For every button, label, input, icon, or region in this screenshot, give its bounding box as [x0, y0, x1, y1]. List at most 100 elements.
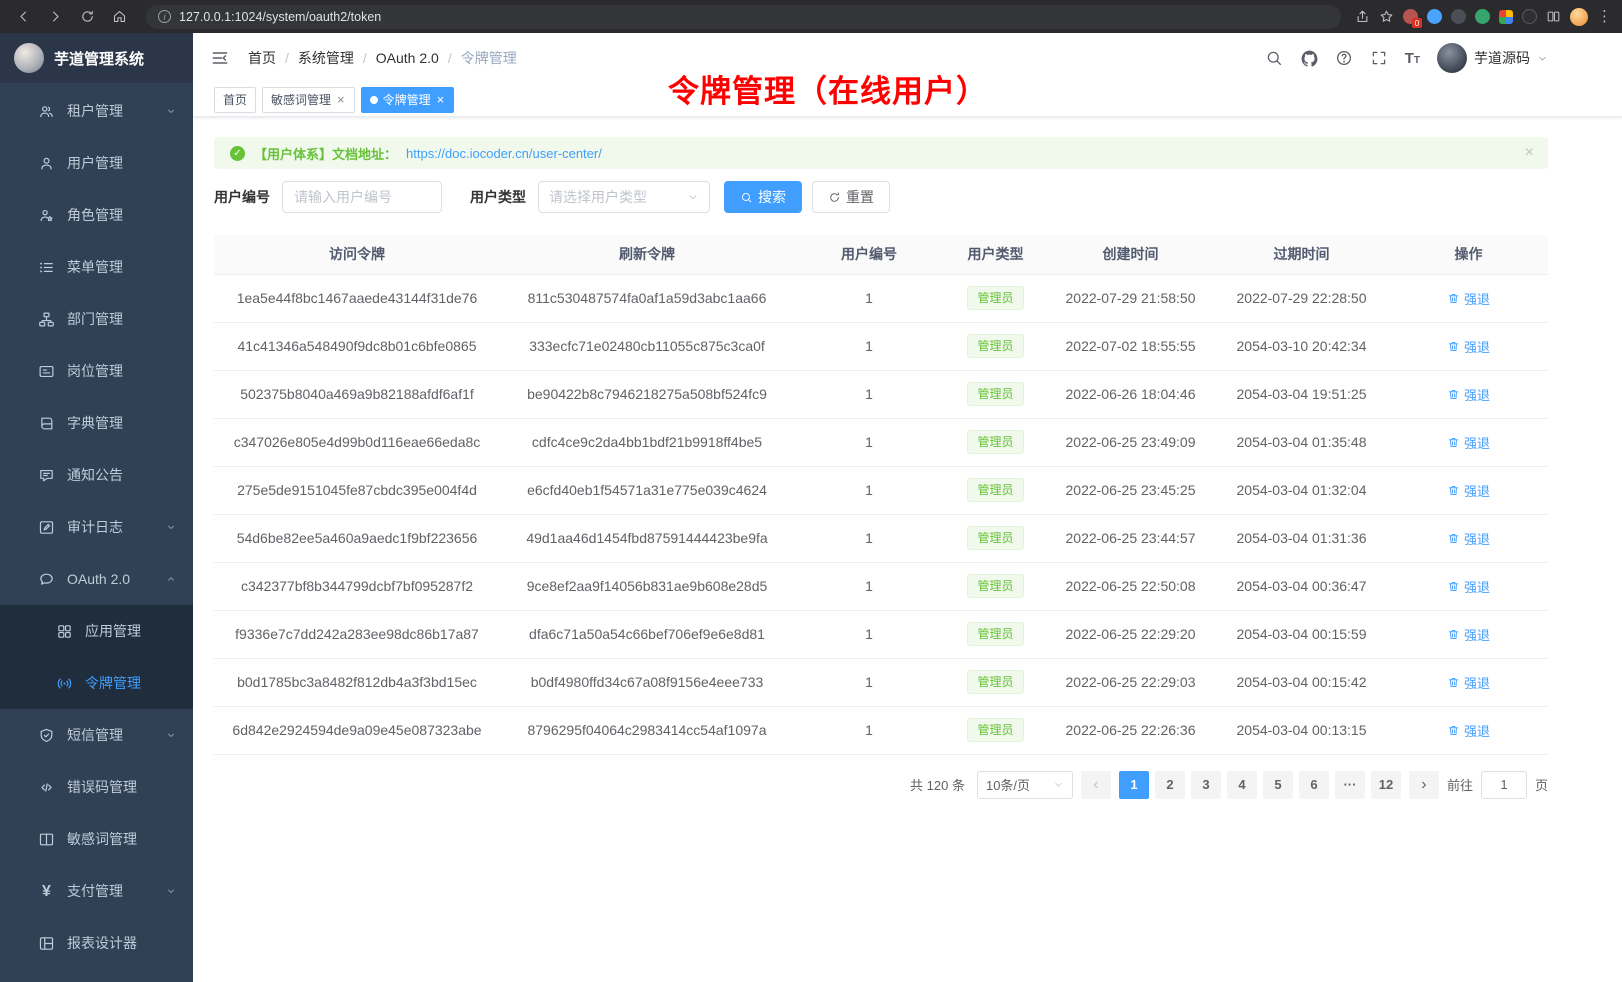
sidebar: 芋道管理系统 租户管理 用户管理 角色管理 菜单管理 部: [0, 33, 193, 982]
page-size-select[interactable]: 10条/页: [977, 771, 1073, 799]
address-bar[interactable]: i 127.0.0.1:1024/system/oauth2/token: [146, 5, 1341, 29]
app-logo[interactable]: 芋道管理系统: [0, 33, 193, 83]
doc-alert: ✓ 【用户体系】文档地址： https://doc.iocoder.cn/use…: [214, 137, 1548, 169]
access-token-cell: 6d842e2924594de9a09e45e087323abe: [214, 706, 500, 754]
github-icon[interactable]: [1300, 49, 1318, 67]
user-type-badge: 管理员: [967, 430, 1023, 454]
access-token-cell: c342377bf8b344799dcbf7bf095287f2: [214, 562, 500, 610]
extension-icon[interactable]: [1427, 9, 1442, 24]
sidebar-item-audit-log[interactable]: 审计日志: [0, 501, 193, 553]
page-button[interactable]: 4: [1227, 771, 1257, 799]
page-button[interactable]: 5: [1263, 771, 1293, 799]
page-button[interactable]: 2: [1155, 771, 1185, 799]
help-icon[interactable]: [1335, 49, 1353, 67]
force-logout-button[interactable]: 强退: [1447, 337, 1490, 356]
force-logout-button[interactable]: 强退: [1447, 481, 1490, 500]
sidebar-item-role[interactable]: 角色管理: [0, 189, 193, 241]
sidebar-item-sensitive-word[interactable]: 敏感词管理: [0, 813, 193, 865]
user-id-input[interactable]: [282, 181, 442, 213]
create-time-cell: 2022-06-25 22:29:20: [1047, 610, 1214, 658]
sidebar-item-error-code[interactable]: 错误码管理: [0, 761, 193, 813]
table-row: 6d842e2924594de9a09e45e087323abe 8796295…: [214, 706, 1548, 754]
breadcrumb: 首页 系统管理 OAuth 2.0 令牌管理: [248, 48, 517, 68]
sidebar-item-dept[interactable]: 部门管理: [0, 293, 193, 345]
chevron-down-icon: [687, 191, 699, 203]
col-expire-time: 过期时间: [1214, 235, 1389, 274]
sidebar-toggle-icon[interactable]: [210, 48, 230, 68]
reset-button[interactable]: 重置: [812, 181, 890, 213]
oauth-chat-icon: [38, 571, 55, 588]
extensions-puzzle-icon[interactable]: [1499, 10, 1513, 24]
doc-link[interactable]: https://doc.iocoder.cn/user-center/: [406, 146, 602, 161]
tab-home[interactable]: 首页: [214, 87, 256, 113]
audit-edit-icon: [38, 519, 55, 536]
refresh-token-cell: be90422b8c7946218275a508bf524fc9: [500, 370, 794, 418]
refresh-token-cell: dfa6c71a50a54c66bef706ef9e6e8d81: [500, 610, 794, 658]
tab-close-icon[interactable]: ×: [336, 93, 346, 106]
force-logout-button[interactable]: 强退: [1447, 577, 1490, 596]
alert-close-icon[interactable]: ×: [1525, 145, 1534, 161]
search-icon[interactable]: [1265, 49, 1283, 67]
browser-menu-icon[interactable]: ⋮: [1597, 9, 1612, 24]
tab-sensitive-word[interactable]: 敏感词管理 ×: [262, 87, 355, 113]
sidebar-item-menu[interactable]: 菜单管理: [0, 241, 193, 293]
forward-icon[interactable]: [42, 5, 68, 29]
sidebar-item-token-management[interactable]: 令牌管理: [0, 657, 193, 709]
breadcrumb-home[interactable]: 首页: [248, 48, 276, 68]
create-time-cell: 2022-06-25 23:45:25: [1047, 466, 1214, 514]
user-id-cell: 1: [794, 658, 944, 706]
font-size-icon[interactable]: TT: [1405, 51, 1420, 66]
search-button[interactable]: 搜索: [724, 181, 802, 213]
page-button[interactable]: ···: [1335, 771, 1365, 799]
extension-icon[interactable]: [1522, 9, 1537, 24]
sidebar-item-dict[interactable]: 字典管理: [0, 397, 193, 449]
tab-token-management[interactable]: 令牌管理 ×: [361, 87, 455, 113]
sidebar-item-oauth2[interactable]: OAuth 2.0: [0, 553, 193, 605]
page-button[interactable]: 1: [1119, 771, 1149, 799]
prev-page-button[interactable]: ‹: [1081, 771, 1111, 799]
refresh-token-cell: 49d1aa46d1454fbd87591444423be9fa: [500, 514, 794, 562]
next-page-button[interactable]: ›: [1409, 771, 1439, 799]
home-icon[interactable]: [106, 5, 132, 29]
page-button[interactable]: 3: [1191, 771, 1221, 799]
browser-profile-avatar[interactable]: [1570, 8, 1588, 26]
extension-icon[interactable]: 0: [1403, 9, 1418, 24]
goto-page-input[interactable]: [1481, 771, 1527, 799]
sidebar-item-app-management[interactable]: 应用管理: [0, 605, 193, 657]
tab-close-icon[interactable]: ×: [436, 93, 446, 106]
trash-icon: [1447, 676, 1460, 689]
fullscreen-icon[interactable]: [1370, 49, 1388, 67]
force-logout-button[interactable]: 强退: [1447, 289, 1490, 308]
site-info-icon[interactable]: i: [158, 10, 171, 23]
user-menu[interactable]: 芋道源码: [1437, 43, 1548, 73]
sidebar-item-report-designer[interactable]: 报表设计器: [0, 917, 193, 969]
bookmark-star-icon[interactable]: [1379, 9, 1394, 24]
sidebar-item-notice[interactable]: 通知公告: [0, 449, 193, 501]
sidebar-item-payment[interactable]: ¥ 支付管理: [0, 865, 193, 917]
user-type-cell: 管理员: [944, 274, 1047, 322]
sidebar-item-sms[interactable]: 短信管理: [0, 709, 193, 761]
force-logout-button[interactable]: 强退: [1447, 433, 1490, 452]
force-logout-button[interactable]: 强退: [1447, 625, 1490, 644]
force-logout-button[interactable]: 强退: [1447, 529, 1490, 548]
reload-icon[interactable]: [74, 5, 100, 29]
sidebar-item-post[interactable]: 岗位管理: [0, 345, 193, 397]
force-logout-button[interactable]: 强退: [1447, 385, 1490, 404]
action-cell: 强退: [1389, 562, 1548, 610]
extension-icon[interactable]: [1475, 9, 1490, 24]
force-logout-button[interactable]: 强退: [1447, 673, 1490, 692]
sidebar-item-user[interactable]: 用户管理: [0, 137, 193, 189]
breadcrumb-system[interactable]: 系统管理: [276, 48, 354, 68]
split-view-icon[interactable]: [1546, 9, 1561, 24]
force-logout-button[interactable]: 强退: [1447, 721, 1490, 740]
back-icon[interactable]: [10, 5, 36, 29]
action-cell: 强退: [1389, 610, 1548, 658]
share-icon[interactable]: [1355, 9, 1370, 24]
page-button[interactable]: 12: [1371, 771, 1401, 799]
extension-icon[interactable]: [1451, 9, 1466, 24]
page-button[interactable]: 6: [1299, 771, 1329, 799]
user-type-select[interactable]: 请选择用户类型: [538, 181, 710, 213]
sidebar-item-tenant[interactable]: 租户管理: [0, 85, 193, 137]
breadcrumb-oauth2[interactable]: OAuth 2.0: [354, 50, 439, 66]
menu-list-icon: [38, 259, 55, 276]
